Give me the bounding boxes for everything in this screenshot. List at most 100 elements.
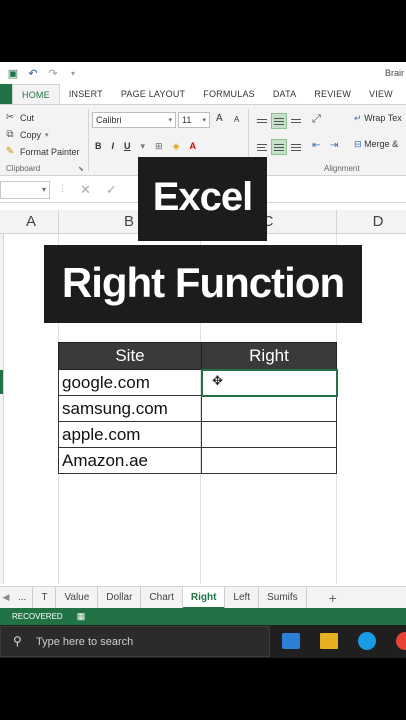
window-title: Brair: [384, 68, 404, 78]
column-header-d[interactable]: D: [368, 213, 388, 230]
taskbar-search-box[interactable]: ⚲ Type here to search: [0, 626, 270, 657]
group-separator: [88, 109, 89, 171]
undo-icon[interactable]: ↶: [26, 66, 40, 80]
tab-view[interactable]: VIEW: [360, 84, 402, 104]
table-row: google.com: [58, 368, 338, 397]
cut-button[interactable]: ✂ Cut: [4, 109, 86, 126]
align-bottom-button[interactable]: [288, 113, 304, 129]
formula-bar-grip-icon: ⋮: [58, 183, 67, 193]
tab-review[interactable]: REVIEW: [305, 84, 360, 104]
clipboard-group-label: Clipboard: [6, 164, 41, 173]
increase-font-button[interactable]: A: [216, 113, 223, 124]
status-bar: RECOVERED ▦: [0, 608, 406, 625]
cancel-icon[interactable]: ✕: [80, 182, 91, 198]
tab-formulas[interactable]: FORMULAS: [194, 84, 264, 104]
table-row: apple.com: [58, 421, 337, 448]
file-tab[interactable]: [0, 84, 12, 104]
search-placeholder: Type here to search: [36, 636, 134, 648]
edge-browser-icon[interactable]: [358, 632, 376, 650]
merge-center-button[interactable]: ⊟ Merge &: [354, 139, 398, 150]
orientation-icon[interactable]: ⤢: [312, 113, 321, 126]
cell-cursor-icon: ✥: [212, 373, 223, 388]
bold-button[interactable]: B: [95, 141, 102, 152]
right-cell[interactable]: [201, 421, 337, 448]
site-cell[interactable]: samsung.com: [58, 395, 202, 422]
table-header-row: Site Right: [58, 342, 337, 370]
customize-qat-icon[interactable]: ▾: [66, 66, 80, 80]
clipboard-group: ✂ Cut ⧉ Copy ▾ ✎ Format Painter: [4, 109, 86, 160]
underline-button[interactable]: U: [124, 141, 131, 152]
excel-window: ▣ ↶ ↷ ▾ Brair HOME INSERT PAGE LAYOUT FO…: [0, 62, 406, 658]
italic-button[interactable]: I: [112, 141, 115, 152]
search-icon: ⚲: [13, 634, 22, 648]
enter-icon[interactable]: ✓: [106, 182, 117, 198]
tab-insert[interactable]: INSERT: [60, 84, 112, 104]
font-color-icon[interactable]: A: [190, 141, 197, 152]
macro-record-icon[interactable]: ▦: [77, 611, 86, 622]
sheet-tab-dollar[interactable]: Dollar: [98, 586, 142, 609]
data-table: Site Right google.com samsung.com apple.…: [58, 342, 338, 474]
align-center-button[interactable]: [271, 139, 287, 155]
header-cell-right[interactable]: Right: [201, 342, 337, 370]
file-explorer-icon[interactable]: [320, 633, 338, 649]
chevron-down-icon: ▾: [202, 117, 206, 124]
overlay-title-box: Excel: [138, 157, 267, 241]
chrome-icon[interactable]: [396, 632, 406, 650]
quick-access-toolbar: ▣ ↶ ↷ ▾ Brair: [0, 62, 406, 84]
redo-icon[interactable]: ↷: [46, 66, 60, 80]
right-cell[interactable]: [201, 395, 337, 422]
site-cell[interactable]: Amazon.ae: [58, 447, 202, 474]
font-name-select[interactable]: Calibri ▾: [92, 112, 176, 128]
ribbon-tabs: HOME INSERT PAGE LAYOUT FORMULAS DATA RE…: [0, 84, 406, 104]
merge-icon: ⊟: [354, 139, 362, 149]
overlay-title: Excel: [152, 175, 254, 219]
sheet-tab-left[interactable]: Left: [225, 586, 260, 609]
fill-color-icon[interactable]: ◈: [173, 141, 180, 152]
copy-icon: ⧉: [6, 129, 14, 140]
increase-indent-icon[interactable]: ⇥: [330, 140, 338, 151]
sheet-tab-sumifs[interactable]: Sumifs: [259, 586, 307, 609]
column-divider: [336, 210, 337, 234]
wrap-text-button[interactable]: ↵ Wrap Tex: [354, 113, 402, 124]
site-cell[interactable]: google.com: [58, 369, 202, 396]
align-top-button[interactable]: [254, 113, 270, 129]
column-header-a[interactable]: A: [21, 213, 41, 230]
tab-home[interactable]: HOME: [12, 84, 60, 104]
sheet-tab-right[interactable]: Right: [182, 586, 226, 609]
format-painter-button[interactable]: ✎ Format Painter: [4, 143, 86, 160]
align-right-button[interactable]: [288, 139, 304, 155]
overlay-subtitle: Right Function: [61, 259, 345, 306]
chevron-down-icon: ▾: [168, 117, 172, 124]
add-sheet-button[interactable]: +: [321, 587, 345, 609]
sheet-tab-chart[interactable]: Chart: [141, 586, 183, 609]
sheet-tab-t[interactable]: T: [33, 586, 57, 609]
name-box[interactable]: ▾: [0, 181, 50, 199]
paintbrush-icon: ✎: [5, 146, 15, 157]
copy-dropdown-icon[interactable]: ▾: [45, 131, 49, 139]
sheet-tab-more[interactable]: ...: [12, 586, 34, 609]
borders-icon[interactable]: ⊞: [155, 141, 163, 152]
decrease-indent-icon[interactable]: ⇤: [312, 140, 320, 151]
dialog-launcher-icon[interactable]: ⬊: [78, 165, 84, 173]
active-row-marker: [0, 370, 3, 394]
right-cell[interactable]: [201, 447, 337, 474]
prev-sheet-icon[interactable]: ◀: [0, 592, 12, 603]
tab-data[interactable]: DATA: [264, 84, 305, 104]
site-cell[interactable]: apple.com: [58, 421, 202, 448]
copy-button[interactable]: ⧉ Copy ▾: [4, 126, 86, 143]
decrease-font-button[interactable]: A: [234, 115, 239, 124]
header-cell-site[interactable]: Site: [58, 342, 202, 370]
tab-page-layout[interactable]: PAGE LAYOUT: [112, 84, 194, 104]
column-header-b[interactable]: B: [119, 213, 139, 230]
dropdown-arrow-icon[interactable]: ▾: [141, 141, 146, 152]
sheet-tab-value[interactable]: Value: [56, 586, 99, 609]
align-middle-button[interactable]: [271, 113, 287, 129]
align-left-button[interactable]: [254, 139, 270, 155]
table-row: Amazon.ae: [58, 447, 337, 474]
row-headers: [0, 234, 4, 584]
mail-icon[interactable]: [282, 633, 300, 649]
sheet-tabs-bar: ◀ ... T Value Dollar Chart Right Left Su…: [0, 586, 406, 609]
save-icon[interactable]: ▣: [6, 66, 20, 80]
font-size-select[interactable]: 11 ▾: [178, 112, 210, 128]
font-format-row: B I U ▾ ⊞ ◈ A: [95, 141, 196, 152]
